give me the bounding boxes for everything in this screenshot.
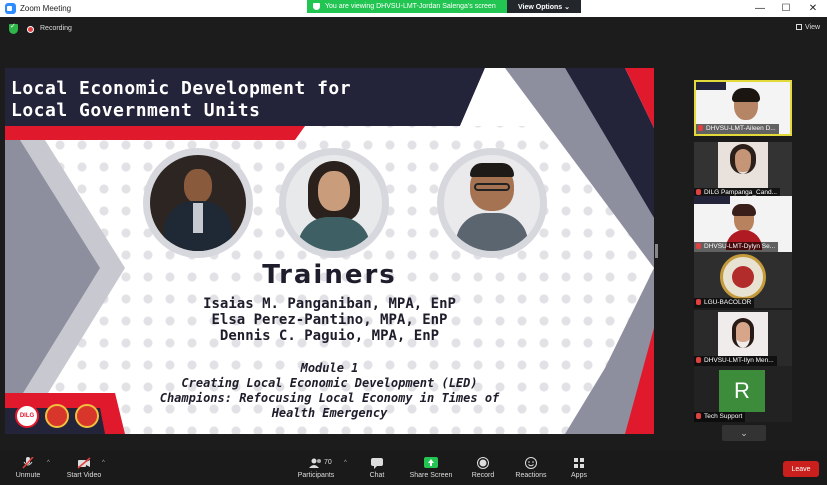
module-line: Health Emergency [271,406,388,420]
participant-tile[interactable]: DHVSU-LMT-Dylyn Se... [694,196,792,252]
trainer-photo-2 [279,148,389,258]
muted-mic-icon [696,357,701,363]
video-options-caret[interactable]: ^ [102,460,105,466]
apps-label: Apps [571,472,587,479]
share-status: You are viewing DHVSU-LMT-Jordan Salenga… [307,0,507,13]
leave-button[interactable]: Leave [783,461,819,477]
window-title: Zoom Meeting [20,4,72,13]
participant-name: DHVSU-LMT-Aileen D... [696,124,779,134]
muted-mic-icon [698,125,703,131]
trainer-name: Isaias M. Panganiban, MPA, EnP [203,296,456,312]
video-off-icon [77,457,91,469]
trainer-names: Isaias M. Panganiban, MPA, EnP Elsa Pere… [5,296,654,344]
participant-tile[interactable]: DILG Pampanga_Cand... [694,142,792,198]
avatar: R [719,370,765,412]
seal-logo [45,404,69,428]
unmute-label: Unmute [15,472,41,479]
share-screen-label: Share Screen [409,472,453,479]
recording-icon [27,26,34,33]
muted-mic-icon [696,413,701,419]
shield-icon [313,3,320,10]
audio-options-caret[interactable]: ^ [47,460,50,466]
zoom-logo-icon [5,3,16,14]
meeting-status-bar: Recording View [0,17,827,41]
unmute-button[interactable]: Unmute [10,451,46,485]
participant-name: DHVSU-LMT-Dylyn Se... [694,242,779,252]
trainer-photo-1 [143,148,253,258]
chat-icon [371,458,383,469]
slide-title-line1: Local Economic Development for [11,78,352,99]
dilg-logo-text: DILG [19,413,35,419]
participants-options-caret[interactable]: ^ [344,460,347,466]
participant-tile[interactable]: DHVSU-LMT-Ilyn Men... [694,310,792,366]
participants-icon [309,458,321,468]
muted-mic-icon [696,243,701,249]
record-icon [477,457,489,469]
share-screen-button[interactable]: Share Screen [406,451,456,485]
view-label: View [805,24,821,31]
participant-name: Tech Support [694,412,746,422]
module-title: Module 1 Creating Local Economic Develop… [5,361,654,421]
minimize-button[interactable]: — [747,0,773,17]
dilg-logo: DILG [15,404,39,428]
seal-logo [75,404,99,428]
reactions-label: Reactions [515,472,547,479]
muted-mic-icon [696,299,701,305]
trainers-heading: Trainers [262,260,397,290]
grid-icon [796,24,802,30]
meeting-toolbar: Unmute ^ Start Video ^ Participants 70 ^… [0,451,827,485]
chevron-down-icon[interactable]: ⌄ [722,425,766,441]
chat-label: Chat [369,472,385,479]
muted-mic-icon [696,189,701,195]
recording-label: Recording [40,25,72,32]
record-button[interactable]: Record [468,451,498,485]
view-options-button[interactable]: View Options ⌄ [507,0,581,13]
participants-count: 70 [324,459,332,466]
slide-title: Local Economic Development for Local Gov… [11,78,351,122]
screen-share-banner: You are viewing DHVSU-LMT-Jordan Salenga… [307,0,581,13]
module-line: Champions: Refocusing Local Economy in T… [159,391,500,405]
participant-name: DHVSU-LMT-Ilyn Men... [694,356,777,366]
security-shield-icon[interactable] [9,22,18,34]
start-video-label: Start Video [66,472,102,479]
apps-icon [574,458,584,468]
trainer-name: Elsa Perez-Pantino, MPA, EnP [211,312,448,328]
slide-title-line2: Local Government Units [11,100,261,121]
view-button[interactable]: View [796,24,820,31]
muted-mic-icon [22,457,34,469]
participant-tile[interactable]: LGU-BACOLOR [694,252,792,308]
trainer-name: Dennis C. Paguio, MPA, EnP [219,328,440,344]
trainer-photo-3 [437,148,547,258]
participants-label: Participants [297,472,335,479]
share-status-text: You are viewing DHVSU-LMT-Jordan Salenga… [325,3,496,10]
participant-tile[interactable]: DHVSU-LMT-Aileen D... [694,80,792,136]
chat-button[interactable]: Chat [364,451,390,485]
title-red-stripe [5,126,305,140]
maximize-button[interactable]: ☐ [773,0,799,17]
reactions-button[interactable]: Reactions [512,451,550,485]
module-line: Module 1 [300,361,359,375]
shared-screen-slide: Local Economic Development for Local Gov… [5,68,654,434]
zoom-window: Zoom Meeting — ☐ ✕ You are viewing DHVSU… [0,0,827,485]
participant-name: LGU-BACOLOR [694,298,755,308]
record-label: Record [471,472,495,479]
participant-tile[interactable]: R Tech Support [694,366,792,422]
panel-resize-handle[interactable] [655,244,658,258]
share-screen-icon [424,457,438,468]
start-video-button[interactable]: Start Video [62,451,106,485]
module-line: Creating Local Economic Development (LED… [181,376,478,390]
close-button[interactable]: ✕ [800,0,826,17]
apps-button[interactable]: Apps [566,451,592,485]
reactions-icon [525,457,537,469]
participants-button[interactable]: Participants [292,451,340,485]
